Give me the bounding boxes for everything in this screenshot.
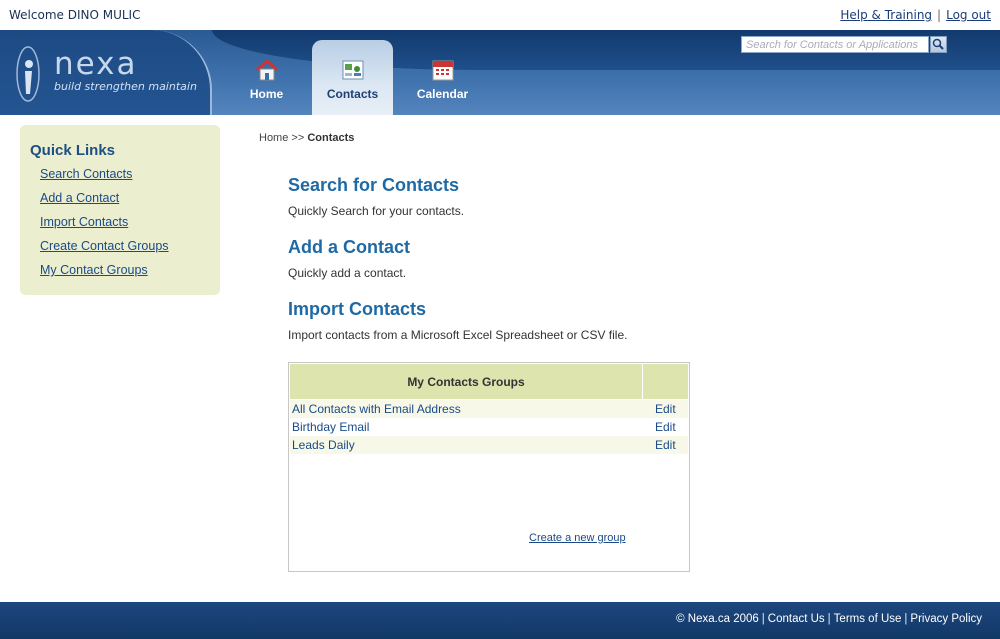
search-icon (932, 38, 944, 50)
tab-contacts-label: Contacts (326, 87, 379, 101)
quick-link-item: Add a Contact (40, 191, 169, 215)
top-links-separator: | (937, 8, 942, 22)
table-row: Birthday Email Edit (290, 418, 688, 436)
breadcrumb: Home >> Contacts (259, 132, 354, 144)
contact-groups-table: My Contacts Groups All Contacts with Ema… (288, 362, 690, 572)
search-input[interactable] (741, 36, 929, 53)
quick-links-list: Search Contacts Add a Contact Import Con… (40, 167, 169, 287)
group-name-link[interactable]: All Contacts with Email Address (292, 402, 461, 416)
add-contact-heading[interactable]: Add a Contact (288, 237, 410, 258)
footer-separator: | (827, 613, 831, 625)
group-edit-link[interactable]: Edit (655, 420, 676, 434)
quick-links-panel: Quick Links Search Contacts Add a Contac… (20, 125, 220, 295)
top-links: Help & Training | Log out (840, 8, 991, 22)
tab-calendar[interactable]: Calendar (402, 40, 483, 115)
footer-copyright: © Nexa.ca 2006 (676, 613, 759, 625)
table-row: Leads Daily Edit (290, 436, 688, 454)
top-bar: Welcome DINO MULIC Help & Training | Log o… (0, 0, 1000, 30)
groups-table-header-action (643, 364, 688, 399)
tab-calendar-label: Calendar (416, 87, 469, 101)
footer-privacy-link[interactable]: Privacy Policy (910, 613, 982, 625)
quick-link-create-groups[interactable]: Create Contact Groups (40, 239, 169, 253)
group-edit-link[interactable]: Edit (655, 402, 676, 416)
import-contacts-heading[interactable]: Import Contacts (288, 299, 426, 320)
nexa-logo-icon (16, 46, 40, 102)
tab-home-label: Home (249, 87, 284, 101)
help-training-link[interactable]: Help & Training (840, 8, 932, 22)
contacts-icon (342, 60, 363, 80)
welcome-message: Welcome DINO MULIC (9, 8, 141, 22)
quick-link-search-contacts[interactable]: Search Contacts (40, 167, 132, 181)
footer-contact-us-link[interactable]: Contact Us (768, 613, 825, 625)
footer-links: © Nexa.ca 2006 | Contact Us | Terms of Use | P… (676, 613, 982, 625)
group-edit-link[interactable]: Edit (655, 438, 676, 452)
logout-link[interactable]: Log out (946, 8, 991, 22)
group-name-link[interactable]: Birthday Email (292, 420, 369, 434)
breadcrumb-arrow: >> (291, 132, 305, 144)
search-contacts-desc: Quickly Search for your contacts. (288, 204, 465, 218)
home-icon (255, 58, 278, 81)
footer: © Nexa.ca 2006 | Contact Us | Terms of Use | P… (0, 602, 1000, 639)
logo-text: nexa (54, 46, 138, 82)
app-header: nexa build strengthen maintain Home Cont… (0, 30, 1000, 115)
import-contacts-desc: Import contacts from a Microsoft Excel S… (288, 328, 628, 342)
quick-link-item: Import Contacts (40, 215, 169, 239)
create-new-group-link[interactable]: Create a new group (529, 532, 626, 544)
tab-home[interactable]: Home (226, 40, 307, 115)
breadcrumb-current: Contacts (307, 132, 355, 144)
search-contacts-heading[interactable]: Search for Contacts (288, 175, 459, 196)
quick-link-import-contacts[interactable]: Import Contacts (40, 215, 128, 229)
breadcrumb-home[interactable]: Home (259, 132, 288, 144)
calendar-icon (432, 60, 453, 81)
footer-separator: | (904, 613, 908, 625)
footer-terms-link[interactable]: Terms of Use (834, 613, 902, 625)
quick-link-my-groups[interactable]: My Contact Groups (40, 263, 148, 277)
logo-tagline: build strengthen maintain (54, 80, 197, 93)
quick-link-item: Search Contacts (40, 167, 169, 191)
groups-table-header: My Contacts Groups (290, 364, 642, 399)
table-row: All Contacts with Email Address Edit (290, 400, 688, 418)
quick-links-title: Quick Links (30, 142, 116, 159)
tab-contacts[interactable]: Contacts (312, 40, 393, 115)
quick-link-item: My Contact Groups (40, 263, 169, 287)
quick-link-item: Create Contact Groups (40, 239, 169, 263)
footer-separator: | (761, 613, 765, 625)
group-name-link[interactable]: Leads Daily (292, 438, 355, 452)
add-contact-desc: Quickly add a contact. (288, 266, 407, 280)
quick-link-add-contact[interactable]: Add a Contact (40, 191, 119, 205)
search-button[interactable] (930, 36, 947, 53)
